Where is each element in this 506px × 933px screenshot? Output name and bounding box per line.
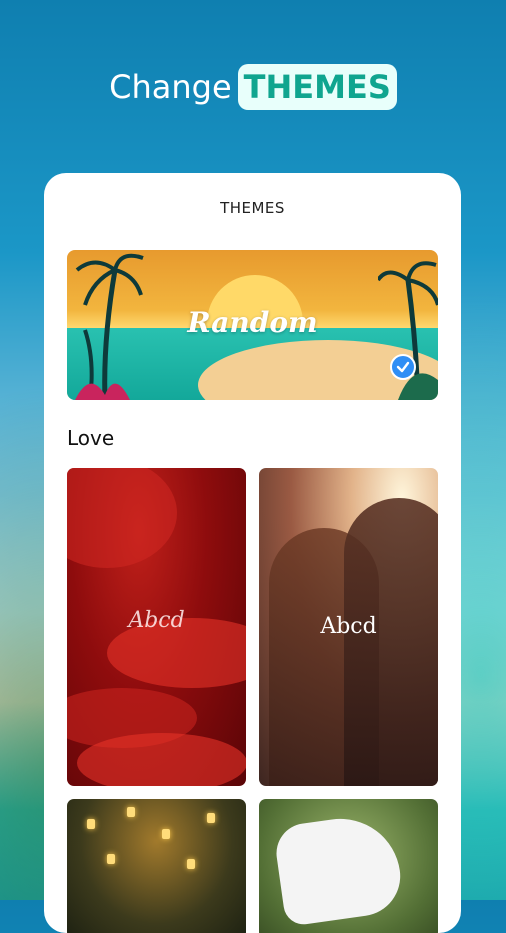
petal-decoration — [77, 733, 246, 786]
lantern-decoration — [107, 854, 115, 864]
theme-tile-couple[interactable]: Abcd — [259, 468, 438, 786]
petal-decoration — [67, 468, 177, 568]
person-decoration — [344, 498, 438, 786]
theme-tile-lanterns[interactable] — [67, 799, 246, 933]
theme-random-card[interactable]: Random — [67, 250, 438, 400]
panel-title: THEMES — [220, 199, 285, 217]
themes-panel: THEMES Random Love Abcd Abcd — [44, 173, 461, 933]
headline-text: Change — [109, 68, 232, 106]
lantern-decoration — [87, 819, 95, 829]
headline-highlight: THEMES — [237, 64, 397, 110]
section-label-love: Love — [67, 426, 115, 450]
theme-tile-rose[interactable]: Abcd — [67, 468, 246, 786]
lantern-decoration — [187, 859, 195, 869]
theme-random-label: Random — [187, 306, 318, 339]
lantern-decoration — [127, 807, 135, 817]
promo-headline: Change THEMES — [0, 64, 506, 110]
dress-decoration — [272, 811, 406, 927]
selected-check-icon — [390, 354, 416, 380]
lantern-decoration — [207, 813, 215, 823]
theme-tile-label: Abcd — [320, 614, 377, 639]
lantern-decoration — [162, 829, 170, 839]
theme-tile-garden[interactable] — [259, 799, 438, 933]
theme-tile-label: Abcd — [128, 608, 185, 633]
